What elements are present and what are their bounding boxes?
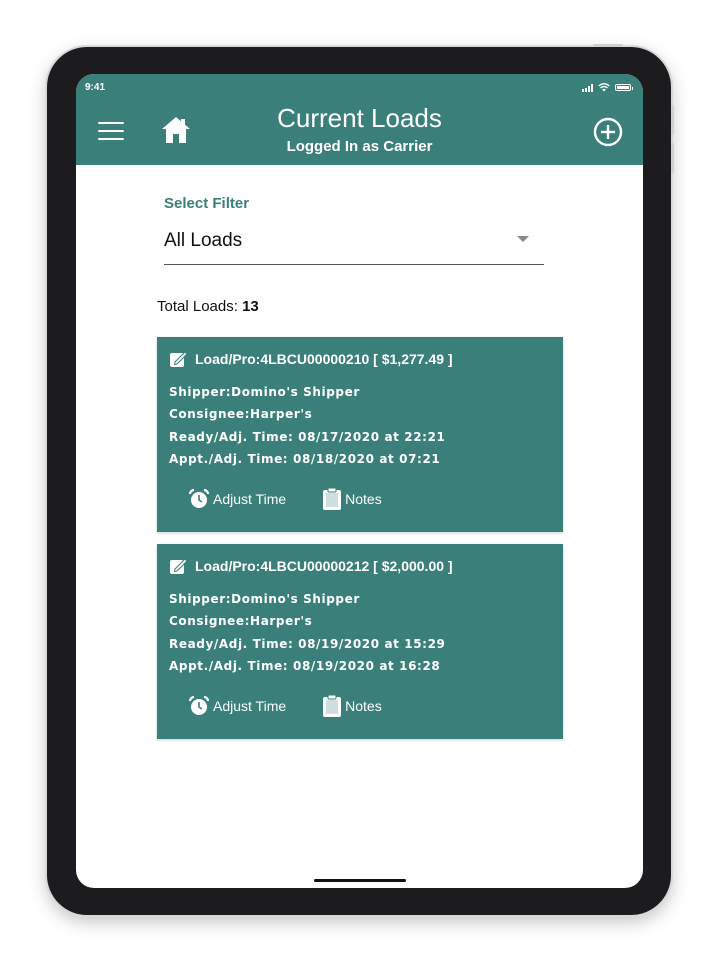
adjust-time-label: Adjust Time	[213, 491, 287, 507]
battery-icon	[615, 84, 633, 91]
edit-icon[interactable]	[169, 349, 189, 369]
notes-button[interactable]: Notes	[322, 487, 382, 511]
tablet-frame: 9:41 Current Loads Logged In as Carrier …	[47, 44, 674, 915]
clipboard-icon	[323, 694, 342, 717]
wifi-icon	[598, 83, 610, 92]
load-shipper: Shipper:Domino's Shipper	[169, 592, 360, 606]
adjust-time-label: Adjust Time	[213, 698, 287, 714]
total-loads-label: Total Loads:	[157, 298, 238, 315]
top-button	[593, 44, 623, 47]
alarm-clock-icon	[188, 695, 210, 715]
chevron-down-icon	[517, 236, 529, 242]
load-card[interactable]: Load/Pro:4LBCU00000210 [ $1,277.49 ] Shi…	[157, 337, 563, 532]
filter-select[interactable]: All Loads	[164, 224, 544, 265]
load-card-header: Load/Pro:4LBCU00000212 [ $2,000.00 ]	[169, 556, 453, 576]
clipboard-icon	[323, 487, 342, 510]
volume-up-button	[671, 105, 674, 135]
load-shipper: Shipper:Domino's Shipper	[169, 385, 360, 399]
load-consignee: Consignee:Harper's	[169, 614, 313, 628]
page-title: Current Loads	[277, 103, 442, 133]
notes-label: Notes	[345, 491, 382, 507]
home-indicator[interactable]	[314, 879, 406, 882]
total-loads: Total Loads: 13	[157, 298, 259, 315]
volume-down-button	[671, 143, 674, 173]
notes-label: Notes	[345, 698, 382, 714]
app-screen: 9:41 Current Loads Logged In as Carrier …	[76, 74, 643, 888]
load-appt-time: Appt./Adj. Time: 08/19/2020 at 16:28	[169, 659, 441, 673]
load-ready-time: Ready/Adj. Time: 08/19/2020 at 15:29	[169, 637, 446, 651]
adjust-time-button[interactable]: Adjust Time	[188, 487, 286, 511]
add-circle-icon[interactable]	[593, 117, 623, 147]
alarm-clock-icon	[188, 488, 210, 508]
load-actions: Adjust Time Notes	[188, 694, 382, 718]
cellular-signal-icon	[582, 83, 593, 92]
load-appt-time: Appt./Adj. Time: 08/18/2020 at 07:21	[169, 452, 441, 466]
load-title: Load/Pro:4LBCU00000212 [ $2,000.00 ]	[195, 558, 453, 574]
notes-button[interactable]: Notes	[322, 694, 382, 718]
edit-icon[interactable]	[169, 556, 189, 576]
filter-selected-value: All Loads	[164, 230, 243, 251]
login-status: Logged In as Carrier	[286, 138, 433, 155]
filter-label: Select Filter	[164, 195, 250, 212]
adjust-time-button[interactable]: Adjust Time	[188, 694, 286, 718]
app-header: 9:41 Current Loads Logged In as Carrier	[76, 74, 643, 165]
status-icons	[582, 83, 633, 92]
load-ready-time: Ready/Adj. Time: 08/17/2020 at 22:21	[169, 430, 446, 444]
load-title: Load/Pro:4LBCU00000210 [ $1,277.49 ]	[195, 351, 453, 367]
load-card-header: Load/Pro:4LBCU00000210 [ $1,277.49 ]	[169, 349, 453, 369]
load-actions: Adjust Time Notes	[188, 487, 382, 511]
load-card[interactable]: Load/Pro:4LBCU00000212 [ $2,000.00 ] Shi…	[157, 544, 563, 739]
status-time: 9:41	[85, 82, 106, 93]
load-consignee: Consignee:Harper's	[169, 407, 313, 421]
total-loads-count: 13	[242, 298, 259, 315]
